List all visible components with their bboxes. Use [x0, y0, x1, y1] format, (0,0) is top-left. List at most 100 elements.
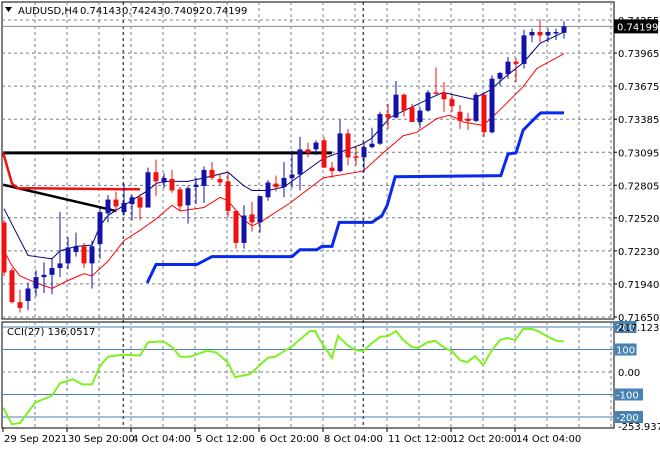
candle-body — [49, 267, 55, 275]
candle-body — [25, 288, 31, 302]
candle-bullish — [41, 262, 47, 294]
cci-line — [2, 328, 565, 426]
cci-level-label: -100 — [616, 391, 639, 402]
time-label: 11 Oct 12:00 — [388, 434, 453, 445]
candle-body — [289, 174, 295, 178]
candle-bullish — [257, 196, 263, 233]
candle-body — [273, 183, 279, 188]
candle-body — [497, 73, 503, 79]
candle-bullish — [297, 136, 303, 191]
candle-body — [529, 31, 535, 36]
candle-bullish — [337, 119, 343, 173]
price-tick-label: 0.73385 — [618, 115, 659, 126]
cci-panel — [2, 326, 616, 426]
candle-bullish — [521, 29, 527, 69]
time-label: 6 Oct 20:00 — [260, 434, 319, 445]
price-tick-label: 0.73095 — [618, 148, 659, 159]
candle-body — [537, 31, 543, 36]
candle-body — [361, 147, 367, 158]
candle-body — [57, 263, 63, 268]
candle-bullish — [393, 80, 399, 119]
candle-body — [369, 143, 375, 148]
candle-body — [201, 169, 207, 186]
red-level-line — [1, 152, 141, 191]
candle-body — [257, 196, 263, 223]
candle-body — [41, 274, 47, 278]
candle-body — [177, 189, 183, 207]
candle-body — [65, 247, 71, 264]
candle-bearish — [137, 193, 143, 221]
candle-bearish — [329, 161, 335, 178]
price-tick-label: 0.73965 — [618, 49, 659, 60]
candle-body — [169, 179, 175, 191]
close-value: 0.74199 — [206, 6, 247, 17]
time-label: 4 Oct 04:00 — [132, 434, 191, 445]
candle-bullish — [489, 75, 495, 134]
price-tick-label: 0.72805 — [618, 181, 659, 192]
time-label: 12 Oct 20:00 — [452, 434, 517, 445]
candle-body — [193, 184, 199, 188]
cci-level-label: 100 — [616, 346, 635, 357]
triangle-down-icon[interactable] — [5, 7, 12, 12]
cci-zero-label: 0.00 — [618, 368, 640, 379]
candle-body — [113, 199, 119, 207]
time-label: 5 Oct 12:00 — [196, 434, 255, 445]
candle-bullish — [89, 240, 95, 289]
candle-body — [321, 140, 327, 168]
candle-bullish — [73, 232, 79, 257]
candle-bearish — [401, 93, 407, 117]
candle-body — [185, 188, 191, 206]
price-chart[interactable]: 0.742550.739650.736750.733850.730950.728… — [0, 0, 660, 450]
candle-body — [217, 179, 223, 183]
candle-body — [409, 107, 415, 123]
candle-body — [385, 114, 391, 118]
candle-body — [241, 215, 247, 243]
candle-body — [561, 26, 567, 33]
grid — [1, 1, 615, 429]
candle-body — [425, 92, 431, 111]
candle-bearish — [249, 201, 255, 232]
candle-bearish — [305, 142, 311, 158]
current-price-label: 0.74199 — [617, 22, 658, 33]
candle-bullish — [57, 212, 63, 278]
candle-bullish — [553, 28, 559, 40]
candle-body — [329, 167, 335, 172]
candle-body — [473, 94, 479, 121]
candle-bullish — [561, 21, 567, 39]
candle-body — [129, 197, 135, 205]
candle-body — [121, 202, 127, 213]
price-tick-label: 0.72520 — [618, 214, 659, 225]
candle-bearish — [321, 136, 327, 168]
candle-body — [449, 99, 455, 107]
low-value: 0.74092 — [164, 6, 205, 17]
candle-body — [505, 61, 511, 75]
candle-bearish — [537, 19, 543, 43]
candle-bearish — [433, 67, 439, 95]
time-label: 14 Oct 04:00 — [516, 434, 581, 445]
candle-bearish — [481, 93, 487, 137]
cci-label: CCI(27) 136.0517 — [7, 327, 95, 338]
candle-body — [353, 156, 359, 158]
candle-body — [89, 246, 95, 264]
candle-bearish — [81, 242, 87, 268]
candle-body — [161, 177, 167, 183]
candle-bearish — [449, 94, 455, 112]
candle-body — [225, 181, 231, 211]
time-label: 29 Sep 2021 — [4, 434, 67, 445]
candle-bullish — [529, 28, 535, 43]
candle-bearish — [1, 220, 7, 276]
candle-bearish — [233, 209, 239, 249]
symbol-label: AUDUSD,H4 — [18, 6, 78, 17]
candle-bearish — [353, 145, 359, 166]
candle-body — [401, 94, 407, 111]
candles — [1, 19, 567, 313]
candle-body — [377, 114, 383, 144]
candle-body — [33, 277, 39, 289]
candle-body — [305, 149, 311, 153]
cci-max-label: 217.1233 — [618, 323, 660, 334]
candle-body — [489, 78, 495, 133]
candle-body — [281, 177, 287, 188]
candle-body — [17, 302, 23, 308]
high-value: 0.74243 — [122, 6, 163, 17]
time-label: 30 Sep 20:00 — [68, 434, 135, 445]
